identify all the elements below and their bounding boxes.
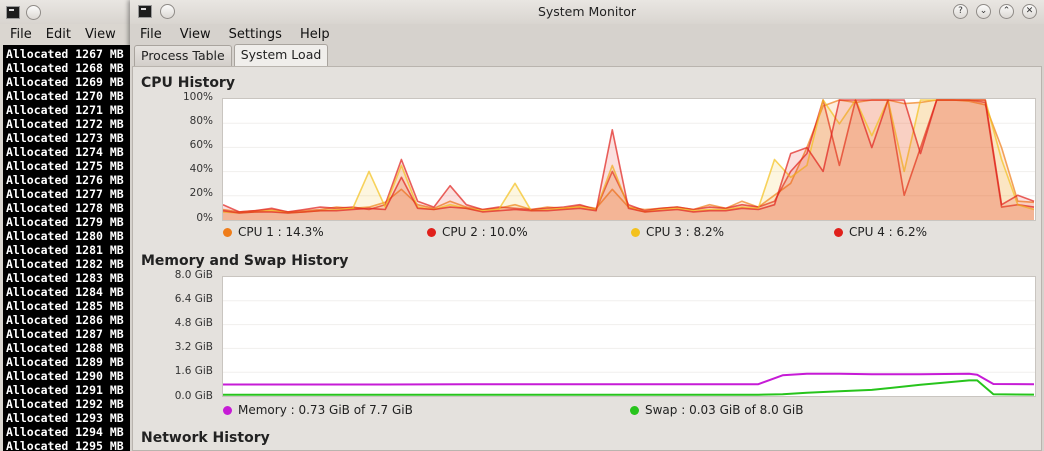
terminal-menu-edit[interactable]: Edit bbox=[46, 27, 71, 42]
terminal-line: Allocated 1280 MB bbox=[6, 229, 124, 243]
memory-legend-label: Memory : bbox=[238, 403, 299, 417]
terminal-line: Allocated 1269 MB bbox=[6, 75, 124, 89]
memory-ytick: 6.4 GiB bbox=[174, 293, 213, 305]
cpu2-legend: CPU 2 : 10.0% bbox=[427, 225, 528, 239]
terminal-line: Allocated 1274 MB bbox=[6, 145, 124, 159]
memory-history-chart bbox=[223, 300, 1035, 396]
cpu3-legend: CPU 3 : 8.2% bbox=[631, 225, 724, 239]
menubar: File View Settings Help bbox=[130, 24, 339, 44]
memory-history-title: Memory and Swap History bbox=[141, 253, 349, 269]
terminal-line: Allocated 1275 MB bbox=[6, 159, 124, 173]
menu-file[interactable]: File bbox=[130, 27, 171, 42]
terminal-menubar: File Edit View bbox=[0, 24, 130, 45]
terminal-line: Allocated 1290 MB bbox=[6, 369, 124, 383]
terminal-line: Allocated 1286 MB bbox=[6, 313, 124, 327]
terminal-window-menu-button[interactable] bbox=[26, 4, 41, 20]
terminal-line: Allocated 1277 MB bbox=[6, 187, 124, 201]
memory-legend: Memory : 0.73 GiB of 7.7 GiB bbox=[223, 403, 413, 417]
terminal-line: Allocated 1267 MB bbox=[6, 47, 124, 61]
terminal-line: Allocated 1289 MB bbox=[6, 355, 124, 369]
cpu3-legend-value: 8.2% bbox=[693, 225, 725, 239]
cpu4-legend-value: 6.2% bbox=[896, 225, 928, 239]
cpu-history-plot bbox=[222, 98, 1036, 221]
terminal-line: Allocated 1272 MB bbox=[6, 117, 124, 131]
system-load-panel: CPU History 100% 80% 60% 40% 20% 0% CPU … bbox=[132, 66, 1042, 451]
cpu2-legend-dot bbox=[427, 227, 436, 237]
terminal-line: Allocated 1284 MB bbox=[6, 285, 124, 299]
cpu4-legend-label: CPU 4 : bbox=[849, 225, 897, 239]
network-history-title: Network History bbox=[141, 430, 270, 446]
memory-ytick: 4.8 GiB bbox=[174, 317, 213, 329]
menu-view[interactable]: View bbox=[171, 27, 220, 42]
memory-legend-value: 0.73 GiB of 7.7 GiB bbox=[298, 403, 413, 417]
memory-ytick: 3.2 GiB bbox=[174, 341, 213, 353]
cpu2-legend-label: CPU 2 : bbox=[442, 225, 490, 239]
swap-legend: Swap : 0.03 GiB of 8.0 GiB bbox=[630, 403, 803, 417]
menu-settings[interactable]: Settings bbox=[220, 27, 291, 42]
terminal-line: Allocated 1283 MB bbox=[6, 271, 124, 285]
cpu-ytick: 100% bbox=[182, 91, 213, 103]
terminal-line: Allocated 1268 MB bbox=[6, 61, 124, 75]
terminal-line: Allocated 1292 MB bbox=[6, 397, 124, 411]
memory-series-line bbox=[223, 372, 1035, 386]
terminal-window[interactable]: File Edit View Allocated 1267 MB Allocate… bbox=[0, 0, 130, 451]
help-button[interactable]: ? bbox=[953, 4, 968, 19]
cpu-ytick: 20% bbox=[189, 187, 213, 199]
cpu4-legend: CPU 4 : 6.2% bbox=[834, 225, 927, 239]
terminal-line: Allocated 1276 MB bbox=[6, 173, 124, 187]
cpu-history-title: CPU History bbox=[141, 75, 235, 91]
memory-ytick: 0.0 GiB bbox=[174, 390, 213, 402]
cpu-ytick: 0% bbox=[196, 212, 213, 224]
cpu1-legend-dot bbox=[223, 227, 232, 237]
terminal-line: Allocated 1293 MB bbox=[6, 411, 124, 425]
terminal-line: Allocated 1282 MB bbox=[6, 257, 124, 271]
cpu2-legend-value: 10.0% bbox=[489, 225, 528, 239]
terminal-line: Allocated 1271 MB bbox=[6, 103, 124, 117]
terminal-line: Allocated 1281 MB bbox=[6, 243, 124, 257]
cpu3-legend-label: CPU 3 : bbox=[646, 225, 694, 239]
terminal-line: Allocated 1270 MB bbox=[6, 89, 124, 103]
terminal-line: Allocated 1288 MB bbox=[6, 341, 124, 355]
cpu-ytick: 80% bbox=[189, 115, 213, 127]
menu-help[interactable]: Help bbox=[291, 27, 339, 42]
terminal-menu-file[interactable]: File bbox=[10, 27, 32, 42]
terminal-line: Allocated 1291 MB bbox=[6, 383, 124, 397]
system-monitor-window: System Monitor ? ⌄ ⌃ ✕ File View Setting… bbox=[130, 0, 1044, 451]
maximize-button[interactable]: ⌃ bbox=[999, 4, 1014, 19]
terminal-line: Allocated 1294 MB bbox=[6, 425, 124, 439]
memory-history-plot bbox=[222, 276, 1036, 397]
terminal-line: Allocated 1273 MB bbox=[6, 131, 124, 145]
cpu-ytick: 40% bbox=[189, 163, 213, 175]
terminal-line: Allocated 1295 MB bbox=[6, 439, 124, 451]
window-titlebar[interactable]: System Monitor ? ⌄ ⌃ ✕ bbox=[130, 0, 1044, 24]
terminal-app-icon[interactable] bbox=[6, 5, 20, 19]
tab-bar: Process Table System Load bbox=[134, 44, 330, 66]
memory-legend-dot bbox=[223, 405, 232, 415]
cpu1-legend-value: 14.3% bbox=[285, 225, 324, 239]
terminal-line: Allocated 1279 MB bbox=[6, 215, 124, 229]
terminal-line: Allocated 1287 MB bbox=[6, 327, 124, 341]
window-title: System Monitor bbox=[537, 4, 637, 19]
tab-system-load[interactable]: System Load bbox=[233, 44, 329, 66]
swap-legend-label: Swap : bbox=[645, 403, 690, 417]
cpu-history-chart bbox=[222, 99, 1035, 220]
swap-legend-dot bbox=[630, 405, 639, 415]
terminal-line: Allocated 1278 MB bbox=[6, 201, 124, 215]
cpu4-legend-dot bbox=[834, 227, 843, 237]
minimize-button[interactable]: ⌄ bbox=[976, 4, 991, 19]
cpu1-legend: CPU 1 : 14.3% bbox=[223, 225, 324, 239]
terminal-output[interactable]: Allocated 1267 MB Allocated 1268 MB Alloca… bbox=[3, 45, 130, 451]
terminal-titlebar[interactable] bbox=[0, 0, 130, 24]
cpu-ytick: 60% bbox=[189, 139, 213, 151]
swap-series-line bbox=[223, 379, 1035, 396]
terminal-menu-view[interactable]: View bbox=[85, 27, 116, 42]
memory-ytick: 1.6 GiB bbox=[174, 365, 213, 377]
close-button[interactable]: ✕ bbox=[1022, 4, 1037, 19]
terminal-line: Allocated 1285 MB bbox=[6, 299, 124, 313]
cpu1-legend-label: CPU 1 : bbox=[238, 225, 286, 239]
tab-process-table[interactable]: Process Table bbox=[134, 45, 232, 66]
swap-legend-value: 0.03 GiB of 8.0 GiB bbox=[689, 403, 804, 417]
memory-ytick: 8.0 GiB bbox=[174, 269, 213, 281]
cpu3-legend-dot bbox=[631, 227, 640, 237]
